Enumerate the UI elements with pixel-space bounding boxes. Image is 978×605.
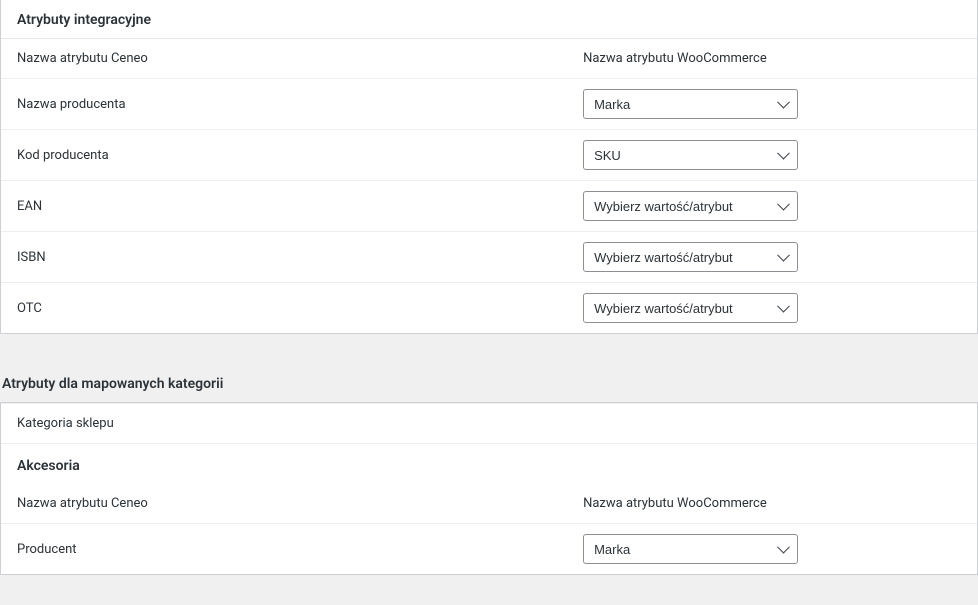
acc-col-ceneo-header: Nazwa atrybutu Ceneo <box>1 484 567 524</box>
mapped-categories-panel: Kategoria sklepu Akcesoria Nazwa atrybut… <box>0 402 978 575</box>
row-producer-code: Kod producenta SKU <box>1 130 977 181</box>
select-wrap: Wybierz wartość/atrybut <box>583 293 798 323</box>
row-producent: Producent Marka <box>1 524 977 575</box>
select-producer-name[interactable]: Marka <box>583 89 798 119</box>
accessories-title: Akcesoria <box>1 443 977 484</box>
row-otc: OTC Wybierz wartość/atrybut <box>1 283 977 334</box>
select-otc[interactable]: Wybierz wartość/atrybut <box>583 293 798 323</box>
integration-attributes-panel: Atrybuty integracyjne Nazwa atrybutu Cen… <box>0 0 978 334</box>
select-wrap: Wybierz wartość/atrybut <box>583 191 798 221</box>
col-woo-header: Nazwa atrybutu WooCommerce <box>567 39 977 79</box>
integration-title: Atrybuty integracyjne <box>1 0 977 39</box>
table-header-row: Nazwa atrybutu Ceneo Nazwa atrybutu WooC… <box>1 39 977 79</box>
label-producer-name: Nazwa producenta <box>1 79 567 130</box>
select-ean[interactable]: Wybierz wartość/atrybut <box>583 191 798 221</box>
accessories-table: Nazwa atrybutu Ceneo Nazwa atrybutu WooC… <box>1 484 977 574</box>
store-category-row: Kategoria sklepu <box>1 404 977 444</box>
mapped-categories-title: Atrybuty dla mapowanych kategorii <box>0 364 978 402</box>
label-producer-code: Kod producenta <box>1 130 567 181</box>
label-isbn: ISBN <box>1 232 567 283</box>
select-wrap: Marka <box>583 89 798 119</box>
col-ceneo-header: Nazwa atrybutu Ceneo <box>1 39 567 79</box>
mapped-table: Kategoria sklepu <box>1 403 977 443</box>
select-producent[interactable]: Marka <box>583 534 798 564</box>
acc-col-woo-header: Nazwa atrybutu WooCommerce <box>567 484 977 524</box>
select-wrap: SKU <box>583 140 798 170</box>
row-producer-name: Nazwa producenta Marka <box>1 79 977 130</box>
accessories-header-row: Nazwa atrybutu Ceneo Nazwa atrybutu WooC… <box>1 484 977 524</box>
select-producer-code[interactable]: SKU <box>583 140 798 170</box>
select-isbn[interactable]: Wybierz wartość/atrybut <box>583 242 798 272</box>
integration-table: Nazwa atrybutu Ceneo Nazwa atrybutu WooC… <box>1 39 977 333</box>
row-isbn: ISBN Wybierz wartość/atrybut <box>1 232 977 283</box>
store-category-label: Kategoria sklepu <box>1 404 977 444</box>
label-producent: Producent <box>1 524 567 575</box>
row-ean: EAN Wybierz wartość/atrybut <box>1 181 977 232</box>
label-otc: OTC <box>1 283 567 334</box>
select-wrap: Wybierz wartość/atrybut <box>583 242 798 272</box>
select-wrap: Marka <box>583 534 798 564</box>
label-ean: EAN <box>1 181 567 232</box>
